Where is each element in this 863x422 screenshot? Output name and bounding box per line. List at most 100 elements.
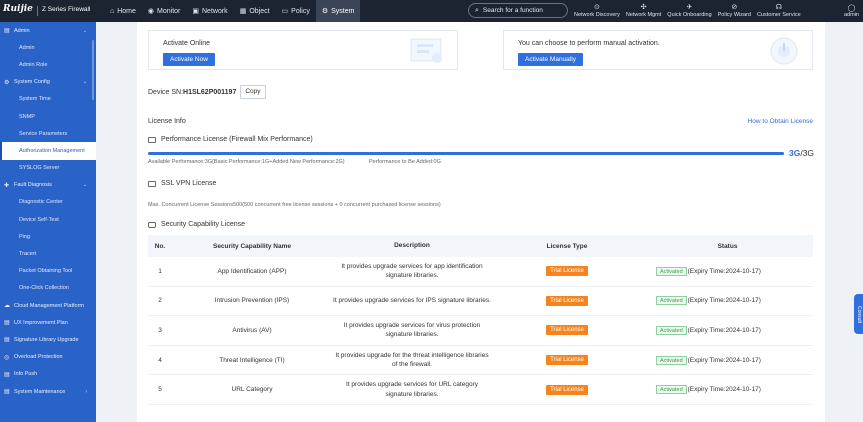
sidebar-group-system-maintenance[interactable]: ▤ System Maintenance › — [0, 383, 96, 400]
table-body: 1 App Identification (APP) It provides upg… — [148, 257, 813, 405]
sidebar-item-packet-obtaining-tool[interactable]: Packet Obtaining Tool — [0, 263, 96, 280]
activate-manually-button[interactable]: Activate Manually — [518, 53, 583, 66]
activate-now-button[interactable]: Activate Now — [163, 53, 215, 66]
sidebar-group-signature-library-upgrade[interactable]: ▤ Signature Library Upgrade — [0, 331, 96, 348]
nav-home[interactable]: ⌂ Home — [104, 0, 142, 22]
column-header-status: Status — [717, 242, 738, 250]
ssl-vpn-license-heading: SSL VPN License — [148, 180, 216, 187]
tool-policy-wizard[interactable]: ⊘ Policy Wizard — [715, 0, 754, 22]
security-capability-license-heading: Security Capability License — [148, 221, 245, 228]
sidebar-item-admin-role[interactable]: Admin Role — [0, 56, 96, 73]
activated-status-badge: Activated — [656, 266, 687, 276]
sidebar-group-label: UX Improvement Plan — [14, 319, 68, 326]
cloud-icon: ☁ — [4, 303, 10, 310]
table-row: 3 Antivirus (AV) It provides upgrade servi… — [148, 316, 813, 346]
activate-online-card: Activate Online Activate Now — [148, 30, 458, 70]
sidebar-group-system-config[interactable]: ⚙ System Config ⌄ — [0, 74, 96, 91]
sidebar-group-cloud-management-platform[interactable]: ☁ Cloud Management Platform — [0, 297, 96, 314]
nav-network[interactable]: ▣ Network — [186, 0, 233, 22]
performance-total: /3G — [800, 148, 815, 158]
ux-icon: ▤ — [4, 320, 10, 327]
user-menu[interactable]: ◯ admin — [844, 0, 859, 22]
sidebar-item-device-self-test[interactable]: Device Self-Test — [0, 211, 96, 228]
performance-license-heading: Performance License (Firewall Mix Perfor… — [148, 136, 313, 143]
consult-float-tab[interactable]: Consult — [854, 294, 863, 334]
nav-object[interactable]: ▦ Object — [234, 0, 276, 22]
security-capability-license-title: Security Capability License — [161, 221, 246, 228]
capability-description: It provides upgrade services for IPS sig… — [333, 297, 491, 305]
table-row: 4 Threat Intelligence (TI) It provides upg… — [148, 346, 813, 376]
network-discovery-icon: ⊙ — [593, 4, 600, 11]
overload-icon: ◎ — [4, 354, 10, 361]
copy-button[interactable]: Copy — [240, 85, 266, 99]
sidebar-item-snmp[interactable]: SNMP — [0, 108, 96, 125]
info-push-icon: ▤ — [4, 371, 10, 378]
brand-logo[interactable]: Ruijie Z Series Firewall — [3, 4, 95, 18]
available-performance-note: Available Performance:3G(Basic Performan… — [148, 159, 345, 165]
status-cell: Activated (Expiry Time:2024-10-17) — [642, 385, 813, 395]
sidebar-item-system-time[interactable]: System Time — [0, 91, 96, 108]
license-card-icon — [148, 180, 156, 187]
nav-label: Policy — [291, 7, 310, 15]
sidebar-scrollbar[interactable] — [92, 40, 94, 100]
sidebar-item-authorization-management[interactable]: Authorization Management — [0, 142, 96, 160]
sidebar-group-ux-improvement-plan[interactable]: ▤ UX Improvement Plan — [0, 314, 96, 331]
column-header-name: Security Capability Name — [212, 242, 292, 250]
tool-label: Network Discovery — [574, 12, 620, 18]
sidebar-group-info-push[interactable]: ▤ Info Push — [0, 366, 96, 383]
sidebar-group-label: Fault Diagnosis — [14, 182, 52, 189]
performance-license-title: Performance License (Firewall Mix Perfor… — [161, 136, 313, 143]
trial-license-badge: Trial License — [546, 325, 588, 336]
tool-network-mgmt[interactable]: ✣ Network Mgmt — [623, 0, 664, 22]
sidebar-item-one-click-collection[interactable]: One-Click Collection — [0, 280, 96, 297]
object-icon: ▦ — [239, 8, 247, 15]
capability-name: Antivirus (AV) — [232, 326, 272, 334]
sidebar-group-overload-protection[interactable]: ◎ Overload Protection — [0, 349, 96, 366]
capability-name: Threat Intelligence (TI) — [219, 356, 285, 364]
sidebar-item-admin[interactable]: Admin — [0, 39, 96, 56]
table-header: No. Security Capability Name Description… — [148, 235, 813, 257]
search-input[interactable]: ⌕ Search for a function — [468, 3, 568, 18]
sidebar-group-admin[interactable]: ▤ Admin ⌄ — [0, 22, 96, 39]
table-row: 2 Intrusion Prevention (IPS) It provides u… — [148, 287, 813, 317]
trial-license-badge: Trial License — [546, 384, 588, 395]
chevron-right-icon: › — [85, 388, 87, 395]
sidebar-item-service-parameters[interactable]: Service Parameters — [0, 125, 96, 142]
sidebar-item-ping[interactable]: Ping — [0, 228, 96, 245]
chevron-down-icon: ⌄ — [82, 27, 87, 34]
nav-label: Home — [117, 7, 136, 15]
performance-value: 3G/3G — [789, 148, 814, 158]
how-to-obtain-license-link[interactable]: How to Obtain License — [748, 118, 813, 125]
sidebar-group-fault-diagnosis[interactable]: ✚ Fault Diagnosis ⌄ — [0, 177, 96, 194]
license-type-cell: Trial License — [492, 266, 642, 277]
tool-network-discovery[interactable]: ⊙ Network Discovery — [571, 0, 623, 22]
license-type-cell: Trial License — [492, 325, 642, 336]
tool-customer-service[interactable]: ☊ Customer Service — [754, 0, 804, 22]
activated-status-badge: Activated — [656, 385, 687, 395]
activated-status-badge: Activated — [656, 325, 687, 335]
nav-policy[interactable]: ▭ Policy — [276, 0, 316, 22]
license-panel: Activate Online Activate Now You can cho… — [137, 22, 825, 422]
sidebar-item-diagnostic-center[interactable]: Diagnostic Center — [0, 194, 96, 211]
performance-used: 3G — [789, 148, 801, 158]
manual-activation-card: You can choose to perform manual activat… — [503, 30, 813, 70]
user-name: admin — [844, 12, 859, 18]
activated-status-badge: Activated — [656, 355, 687, 365]
column-header-license-type: License Type — [546, 242, 588, 250]
ssl-vpn-sessions-note: Max. Concurrent License Sessions500(500 … — [148, 202, 441, 208]
tool-quick-onboarding[interactable]: ✈ Quick Onboarding — [664, 0, 714, 22]
row-number: 1 — [158, 267, 162, 275]
expiry-time: (Expiry Time:2024-10-17) — [687, 326, 761, 334]
device-sn-row: Device SN: H1SL62P001197 Copy — [148, 85, 266, 99]
search-icon: ⌕ — [475, 6, 479, 14]
nav-system[interactable]: ⚙ System — [315, 0, 361, 22]
chevron-down-icon: ⌄ — [82, 79, 87, 86]
search-placeholder: Search for a function — [482, 7, 543, 14]
sidebar-item-tracert[interactable]: Tracert — [0, 245, 96, 262]
column-header-description: Description — [394, 242, 430, 250]
sidebar-item-syslog-server[interactable]: SYSLOG Server — [0, 160, 96, 177]
toolbar: ⊙ Network Discovery ✣ Network Mgmt ✈ Quick On… — [571, 0, 804, 22]
capability-description: It provides upgrade services for virus p… — [343, 321, 481, 339]
nav-monitor[interactable]: ◉ Monitor — [142, 0, 186, 22]
sidebar-group-label: Cloud Management Platform — [14, 302, 85, 309]
